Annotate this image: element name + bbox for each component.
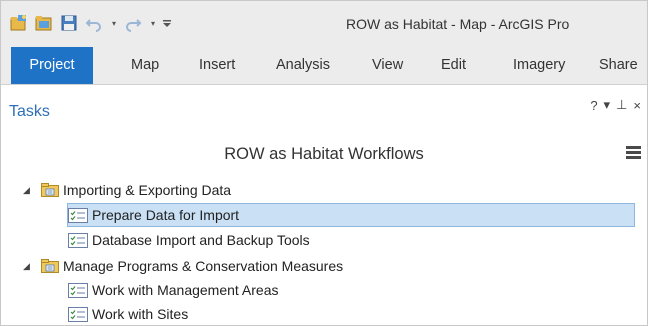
title-bar: ▾ ▾ ROW as Habitat - Map - ArcGIS Pro: [1, 1, 647, 47]
task-item-management-areas[interactable]: Work with Management Areas: [68, 279, 279, 301]
task-group-label: Importing & Exporting Data: [63, 182, 232, 198]
pin-icon[interactable]: ⊥: [616, 97, 627, 113]
task-group-folder-icon: [41, 183, 59, 197]
task-icon: [68, 282, 88, 298]
tab-edit[interactable]: Edit: [441, 47, 466, 84]
task-group-folder-icon: [41, 259, 59, 273]
customize-toolbar-icon[interactable]: [162, 13, 172, 33]
window-title: ROW as Habitat - Map - ArcGIS Pro: [346, 16, 570, 32]
save-project-icon[interactable]: [59, 13, 79, 33]
help-icon[interactable]: ?: [590, 98, 597, 113]
tab-view[interactable]: View: [372, 47, 403, 84]
task-item-label: Work with Sites: [92, 306, 189, 322]
undo-icon[interactable]: [84, 13, 104, 33]
new-project-icon[interactable]: [9, 13, 29, 33]
quick-access-toolbar: ▾ ▾: [9, 13, 176, 33]
undo-dropdown-icon[interactable]: ▾: [109, 13, 119, 33]
task-group-label: Manage Programs & Conservation Measures: [63, 258, 344, 274]
workflow-title: ROW as Habitat Workflows: [224, 145, 424, 163]
arcgis-window: ▾ ▾ ROW as Habitat - Map - ArcGIS Pro Pr…: [0, 0, 648, 326]
close-icon[interactable]: ×: [633, 98, 641, 113]
task-icon: [68, 306, 88, 322]
task-item-label: Work with Management Areas: [92, 282, 279, 298]
task-icon: [68, 207, 88, 223]
task-group-importing-exporting[interactable]: ◢ Importing & Exporting Data: [23, 179, 231, 201]
hamburger-menu-icon[interactable]: [626, 146, 641, 160]
expanded-arrow-icon[interactable]: ◢: [23, 261, 33, 272]
tab-imagery[interactable]: Imagery: [513, 47, 565, 84]
tab-project[interactable]: Project: [11, 47, 93, 84]
tab-map[interactable]: Map: [131, 47, 159, 84]
tab-analysis[interactable]: Analysis: [276, 47, 330, 84]
expanded-arrow-icon[interactable]: ◢: [23, 185, 33, 196]
tab-insert[interactable]: Insert: [199, 47, 235, 84]
task-item-prepare-data[interactable]: Prepare Data for Import: [67, 203, 635, 227]
open-project-icon[interactable]: [34, 13, 54, 33]
tab-share[interactable]: Share: [599, 47, 638, 84]
redo-dropdown-icon[interactable]: ▾: [148, 13, 158, 33]
task-item-label: Prepare Data for Import: [92, 207, 240, 223]
tasks-pane-title: Tasks: [9, 103, 50, 120]
redo-icon[interactable]: [123, 13, 143, 33]
task-item-work-with-sites[interactable]: Work with Sites: [68, 303, 188, 325]
task-group-manage-programs[interactable]: ◢ Manage Programs & Conservation Measure…: [23, 255, 343, 277]
tasks-pane-header: Tasks ? ▾ ⊥ ×: [1, 85, 647, 125]
task-icon: [68, 232, 88, 248]
pane-menu-icon[interactable]: ▾: [604, 97, 611, 113]
task-item-database-import[interactable]: Database Import and Backup Tools: [68, 229, 310, 251]
task-item-label: Database Import and Backup Tools: [92, 232, 310, 248]
pane-controls: ? ▾ ⊥ ×: [584, 97, 641, 113]
ribbon-tab-bar: Project Map Insert Analysis View Edit Im…: [1, 47, 647, 85]
